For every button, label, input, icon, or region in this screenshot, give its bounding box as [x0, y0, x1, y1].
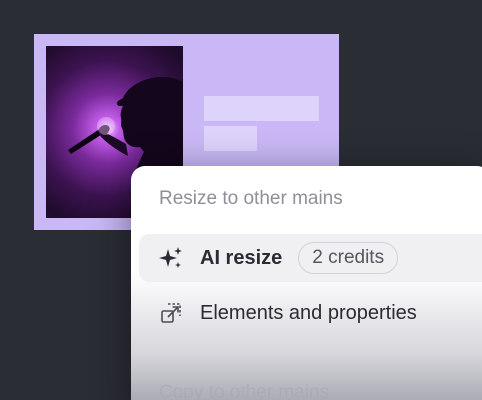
credits-badge: 2 credits: [298, 242, 399, 274]
resize-section-title: Resize to other mains: [159, 188, 343, 209]
ai-resize-menu-item[interactable]: AI resize 2 credits: [139, 234, 482, 282]
text-placeholder-bar-short: [204, 126, 257, 151]
ai-resize-label: AI resize: [200, 246, 283, 269]
elements-properties-menu-item[interactable]: Elements and properties: [139, 289, 482, 337]
elements-properties-label: Elements and properties: [200, 301, 417, 324]
copy-section-title: Copy to other mains: [159, 382, 330, 400]
resize-context-menu: Resize to other mains AI resize 2 credit…: [131, 166, 482, 400]
sparkles-icon: [159, 246, 183, 270]
resize-arrow-icon: [159, 301, 183, 325]
text-placeholder-bar: [204, 96, 319, 121]
